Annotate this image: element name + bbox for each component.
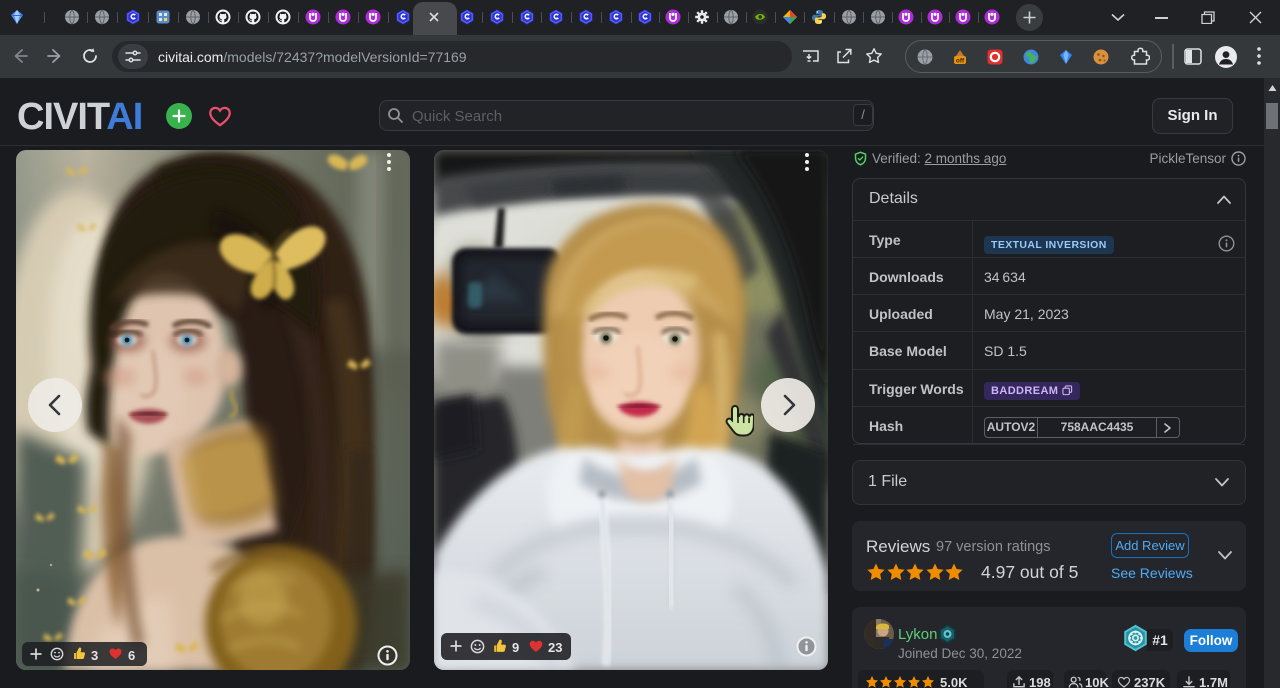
svg-text:off: off [956,58,965,65]
